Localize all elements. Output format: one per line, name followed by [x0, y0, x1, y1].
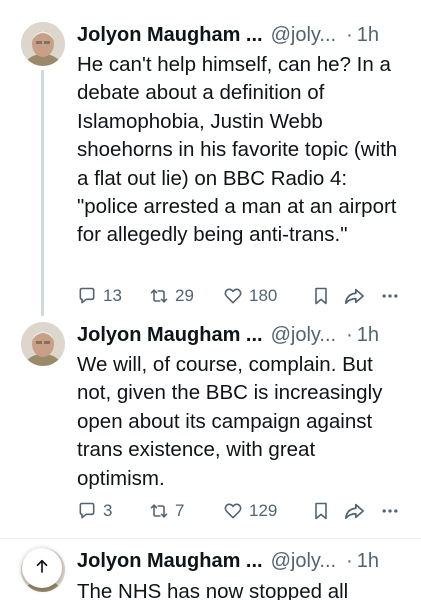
author-handle[interactable]: @joly...	[271, 324, 337, 347]
author-handle[interactable]: @joly...	[271, 24, 337, 47]
timestamp[interactable]: 1h	[357, 24, 379, 47]
more-icon	[380, 501, 400, 521]
reply-count: 3	[103, 501, 113, 520]
heart-icon	[223, 501, 243, 521]
avatar[interactable]	[21, 322, 65, 366]
like-count: 129	[249, 501, 278, 520]
repost-count: 7	[175, 501, 185, 520]
tweet-3[interactable]: Jolyon Maugham ... @joly... · 1h The NHS…	[0, 541, 421, 600]
separator: ·	[346, 549, 353, 572]
avatar[interactable]	[21, 22, 65, 66]
repost-button[interactable]: 7	[149, 498, 184, 524]
author-handle[interactable]: @joly...	[271, 550, 337, 573]
author-name[interactable]: Jolyon Maugham ...	[77, 324, 263, 347]
like-button[interactable]: 180	[223, 283, 277, 309]
bookmark-button[interactable]	[311, 498, 331, 524]
tweet-2[interactable]: Jolyon Maugham ... @joly... · 1h We will…	[0, 318, 421, 536]
share-icon	[343, 286, 365, 306]
reply-button[interactable]: 3	[77, 498, 112, 524]
repost-icon	[149, 501, 169, 521]
tweet-header: Jolyon Maugham ... @joly... · 1h	[77, 22, 407, 48]
tweet-header: Jolyon Maugham ... @joly... · 1h	[77, 548, 407, 574]
separator: ·	[346, 23, 353, 46]
avatar-photo	[21, 22, 65, 66]
more-icon	[380, 286, 400, 306]
action-bar: 13 29 180	[77, 283, 407, 309]
action-bar: 3 7 129	[77, 498, 407, 524]
bookmark-icon	[311, 501, 331, 521]
heart-icon	[223, 286, 243, 306]
author-name[interactable]: Jolyon Maugham ...	[77, 550, 263, 573]
arrow-up-icon	[33, 557, 51, 580]
tweet-1[interactable]: Jolyon Maugham ... @joly... · 1h He can'…	[0, 0, 421, 318]
author-name[interactable]: Jolyon Maugham ...	[77, 24, 263, 47]
share-button[interactable]	[343, 283, 365, 309]
share-icon	[343, 501, 365, 521]
like-button[interactable]: 129	[223, 498, 277, 524]
more-options-button[interactable]	[380, 283, 400, 309]
tweet-text: The NHS has now stopped all	[77, 580, 349, 600]
tweet-text: He can't help himself, can he? In a deba…	[77, 53, 398, 247]
timeline: Jolyon Maugham ... @joly... · 1h He can'…	[0, 0, 421, 600]
like-count: 180	[249, 286, 278, 305]
share-button[interactable]	[343, 498, 365, 524]
thread-line	[41, 70, 44, 316]
bookmark-button[interactable]	[311, 283, 331, 309]
tweet-header: Jolyon Maugham ... @joly... · 1h	[77, 322, 407, 348]
reply-icon	[77, 501, 97, 521]
reply-count: 13	[103, 286, 122, 305]
timestamp[interactable]: 1h	[357, 550, 379, 573]
avatar-photo	[21, 322, 65, 366]
timestamp[interactable]: 1h	[357, 324, 379, 347]
repost-icon	[149, 286, 169, 306]
repost-button[interactable]: 29	[149, 283, 194, 309]
repost-count: 29	[175, 286, 194, 305]
scroll-to-top-button[interactable]	[22, 548, 62, 588]
tweet-text: We will, of course, complain. But not, g…	[77, 353, 383, 490]
reply-icon	[77, 286, 97, 306]
more-options-button[interactable]	[380, 498, 400, 524]
separator: ·	[346, 323, 353, 346]
reply-button[interactable]: 13	[77, 283, 122, 309]
tweet-divider	[0, 538, 421, 539]
bookmark-icon	[311, 286, 331, 306]
